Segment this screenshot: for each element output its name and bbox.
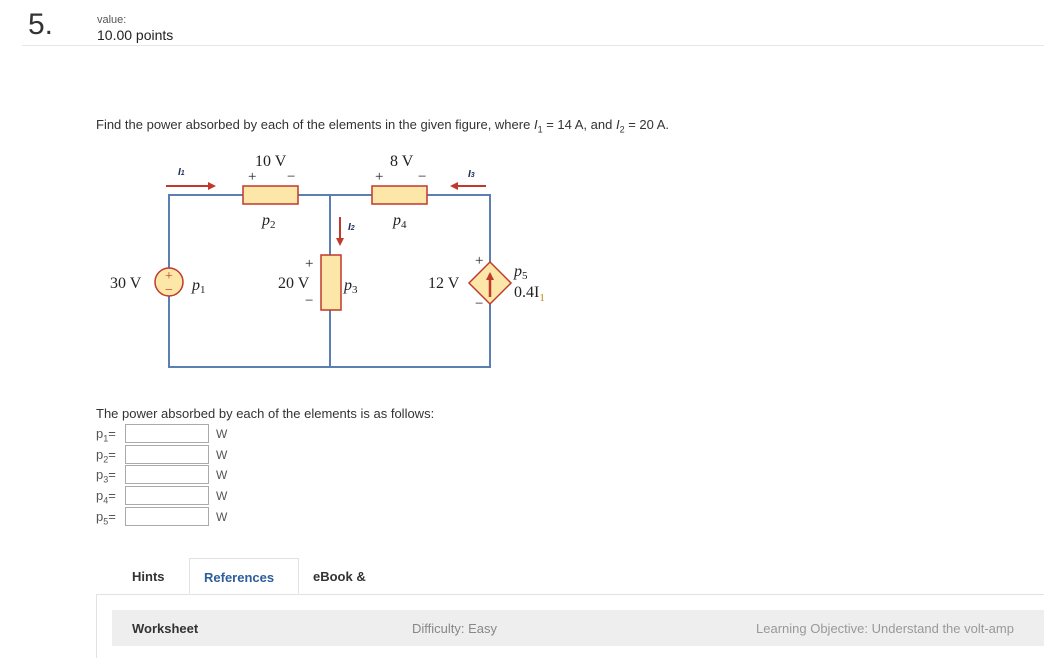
label-p4: p4 (392, 212, 407, 231)
unit-label: W (216, 427, 228, 441)
label-10v: 10 V (255, 153, 287, 170)
tab-hints[interactable]: Hints (118, 558, 179, 594)
tab-references[interactable]: References (189, 558, 299, 594)
dep-minus: − (475, 296, 483, 312)
tab-ebook-resources[interactable]: eBook & Resources (299, 558, 393, 622)
p1-input[interactable] (125, 424, 209, 443)
resistor-p2 (242, 185, 299, 205)
worksheet-title: Worksheet (132, 621, 199, 636)
prompt-text: Find the power absorbed by each of the e… (96, 117, 534, 132)
r4-minus: − (418, 169, 426, 185)
label-i1: I1 (178, 167, 185, 178)
label-12v: 12 V (428, 275, 460, 292)
question-number: 5. (28, 8, 54, 41)
circuit-diagram: + − 10 V + − 8 V + − 30 V 20 V + − 12 V … (110, 153, 545, 368)
p5-input[interactable] (125, 507, 209, 526)
r4-plus: + (375, 169, 383, 185)
source-plus: + (165, 269, 173, 284)
answer-label: p5= (96, 509, 116, 527)
r3-minus: − (305, 293, 313, 309)
resistor-p4 (371, 185, 428, 205)
label-i3: I3 (468, 169, 475, 180)
unit-label: W (216, 468, 228, 482)
worksheet-bar[interactable]: Worksheet Difficulty: Easy Learning Obje… (112, 610, 1044, 646)
header-divider (22, 45, 1044, 46)
r2-minus: − (287, 169, 295, 185)
label-8v: 8 V (390, 153, 414, 170)
label-p5: p5 (513, 263, 528, 282)
label-dep-gain: 0.4I1 (514, 284, 545, 304)
p3-input[interactable] (125, 465, 209, 484)
answer-label: p2= (96, 447, 116, 465)
dep-plus: + (475, 253, 483, 269)
answer-label: p3= (96, 467, 116, 485)
question-prompt: Find the power absorbed by each of the e… (96, 117, 669, 135)
i1-value: = 14 A, and (542, 117, 616, 132)
wire-right-top (427, 194, 491, 262)
label-20v: 20 V (278, 275, 310, 292)
p4-input[interactable] (125, 486, 209, 505)
answers-intro: The power absorbed by each of the elemen… (96, 406, 435, 421)
value-label: value: (97, 14, 127, 26)
label-30v: 30 V (110, 275, 142, 292)
wire-left-top (168, 194, 243, 268)
label-p1: p1 (191, 277, 206, 296)
label-i2: I2 (348, 222, 355, 233)
source-minus: − (165, 283, 173, 298)
unit-label: W (216, 448, 228, 462)
p2-input[interactable] (125, 445, 209, 464)
r2-plus: + (248, 169, 256, 185)
answer-label: p1= (96, 426, 116, 444)
learning-objective: Learning Objective: Understand the volt-… (756, 621, 1014, 636)
i2-value: = 20 A. (624, 117, 670, 132)
unit-label: W (216, 489, 228, 503)
unit-label: W (216, 510, 228, 524)
answer-label: p4= (96, 488, 116, 506)
label-p3: p3 (343, 277, 358, 296)
r3-plus: + (305, 256, 313, 272)
difficulty-label: Difficulty: Easy (412, 621, 498, 636)
label-p2: p2 (261, 212, 276, 231)
resistor-p3 (320, 254, 342, 311)
question-points: 10.00 points (97, 27, 174, 43)
